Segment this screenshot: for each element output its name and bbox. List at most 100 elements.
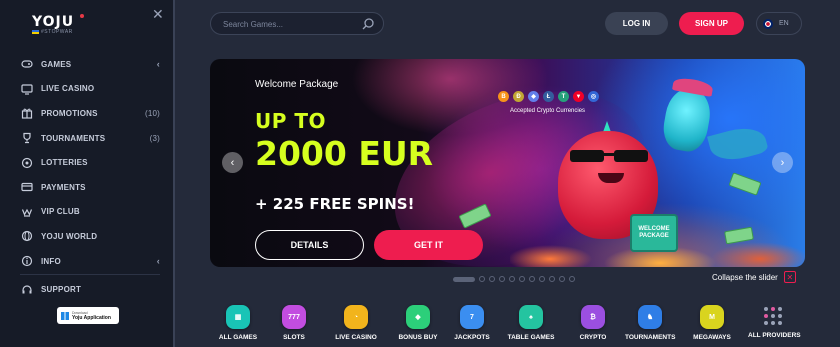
sidebar-item-lotteries[interactable]: LOTTERIES — [20, 150, 160, 175]
slider-dot[interactable] — [529, 276, 535, 282]
sidebar-item-label: PROMOTIONS — [41, 108, 98, 118]
logo-wordmark: YOJU — [32, 14, 75, 30]
chevron-icon: ‹ — [156, 256, 160, 267]
sidebar-item-info[interactable]: INFO ‹ — [20, 249, 160, 274]
details-button[interactable]: DETAILS — [255, 230, 364, 260]
sidebar-item-label: PAYMENTS — [41, 182, 86, 192]
promotions-icon — [20, 106, 34, 120]
app-download-badge[interactable]: Download Yoju Application — [57, 307, 119, 324]
category-label: TOURNAMENTS — [625, 334, 676, 341]
slider-dot[interactable] — [539, 276, 545, 282]
uk-flag-icon — [763, 18, 773, 29]
live-casino-icon — [20, 82, 34, 96]
crypto-coin-icon: ▼ — [573, 91, 584, 102]
sidebar-item-promotions[interactable]: PROMOTIONS (10) — [20, 101, 160, 126]
sidebar-item-support[interactable]: SUPPORT — [20, 277, 160, 302]
sidebar-item-tournaments[interactable]: TOURNAMENTS (3) — [20, 126, 160, 151]
chevron-icon: ‹ — [156, 59, 160, 70]
category-icon: 7 — [460, 305, 484, 329]
teal-monster-fin-art — [707, 122, 769, 166]
search-input[interactable] — [223, 17, 353, 31]
slider-dot[interactable] — [479, 276, 485, 282]
banner-free-spins: + 225 FREE SPINS! — [255, 195, 415, 213]
sidebar-item-label: LOTTERIES — [41, 158, 88, 168]
sidebar: YOJU #STOPWAR ✕ GAMES ‹ LIVE CASINO PROM… — [0, 0, 175, 347]
promotions-count: (10) — [144, 108, 160, 118]
logo-dot — [80, 14, 84, 18]
category-icon: ▦ — [226, 305, 250, 329]
sidebar-item-vip-club[interactable]: VIP CLUB — [20, 200, 160, 225]
logo-tagline-text: #STOPWAR — [41, 29, 73, 35]
language-code: EN — [779, 20, 789, 27]
category-live-casino[interactable]: ◔ LIVE CASINO — [331, 305, 381, 341]
app-badge-line2: Yoju Application — [72, 314, 111, 321]
category-tournaments[interactable]: ♞ TOURNAMENTS — [625, 305, 675, 341]
welcome-package-case: WELCOME PACKAGE — [630, 214, 678, 252]
slider-next-button[interactable]: › — [772, 152, 793, 173]
category-icon: ◔ — [344, 305, 368, 329]
close-sidebar-icon[interactable]: ✕ — [152, 6, 164, 23]
sidebar-item-payments[interactable]: PAYMENTS — [20, 175, 160, 200]
category-all-providers[interactable]: ALL PROVIDERS — [748, 305, 801, 339]
slider-dot[interactable] — [569, 276, 575, 282]
slider-dot[interactable] — [489, 276, 495, 282]
payments-icon — [20, 180, 34, 194]
get-it-button[interactable]: GET IT — [374, 230, 483, 260]
windows-icon — [61, 311, 69, 320]
slider-dot[interactable] — [509, 276, 515, 282]
sidebar-menu: GAMES ‹ LIVE CASINO PROMOTIONS (10) TOUR… — [20, 52, 160, 302]
category-megaways[interactable]: M MEGAWAYS — [687, 305, 737, 341]
crypto-coins: B Ð ◆ Ł T ▼ ◎ — [498, 91, 599, 102]
language-selector[interactable]: EN — [756, 12, 802, 35]
crypto-caption: Accepted Crypto Currencies — [510, 108, 586, 114]
collapse-icon: ✕ — [783, 271, 796, 283]
sidebar-item-games[interactable]: GAMES ‹ — [20, 52, 160, 77]
sidebar-item-live-casino[interactable]: LIVE CASINO — [20, 77, 160, 102]
tournaments-count: (3) — [149, 133, 160, 143]
info-icon — [20, 254, 34, 268]
sidebar-item-yoju-world[interactable]: YOJU WORLD — [20, 224, 160, 249]
support-icon — [20, 283, 34, 297]
search-icon[interactable] — [361, 17, 375, 31]
menu-divider — [20, 274, 160, 276]
promo-banner: Welcome Package UP TO 2000 EUR + 225 FRE… — [210, 59, 805, 267]
lotteries-icon — [20, 156, 34, 170]
sidebar-item-label: SUPPORT — [41, 285, 82, 295]
slider-dot[interactable] — [453, 276, 475, 282]
category-label: CRYPTO — [579, 334, 607, 341]
tournaments-icon — [20, 131, 34, 145]
slider-dot[interactable] — [549, 276, 555, 282]
signup-button[interactable]: SIGN UP — [679, 12, 744, 35]
category-label: JACKPOTS — [454, 334, 490, 341]
category-icon: ♞ — [638, 305, 662, 329]
category-label: TABLE GAMES — [507, 334, 555, 341]
sidebar-item-label: TOURNAMENTS — [41, 133, 106, 143]
category-table-games[interactable]: ♠ TABLE GAMES — [506, 305, 556, 341]
category-label: ALL GAMES — [218, 334, 258, 341]
category-crypto[interactable]: ₿ CRYPTO — [568, 305, 618, 341]
sidebar-item-label: GAMES — [41, 59, 72, 69]
category-label: LIVE CASINO — [335, 334, 377, 341]
category-all-games[interactable]: ▦ ALL GAMES — [213, 305, 263, 341]
category-bar: ▦ ALL GAMES 777 SLOTS ◔ LIVE CASINO ◆ BONUS BUY… — [213, 305, 813, 347]
yoju-logo[interactable]: YOJU #STOPWAR — [32, 14, 84, 35]
red-monster-mouth — [598, 173, 624, 183]
slider-dot[interactable] — [519, 276, 525, 282]
sidebar-item-label: INFO — [41, 256, 61, 266]
games-icon — [20, 57, 34, 71]
collapse-slider-toggle[interactable]: Collapse the slider ✕ — [712, 271, 796, 283]
category-slots[interactable]: 777 SLOTS — [269, 305, 319, 341]
crypto-coin-icon: Ł — [543, 91, 554, 102]
banner-amount: 2000 EUR — [255, 134, 434, 173]
category-jackpots[interactable]: 7 JACKPOTS — [447, 305, 497, 341]
category-bonus-buy[interactable]: ◆ BONUS BUY — [393, 305, 443, 341]
crypto-coin-icon: ◎ — [588, 91, 599, 102]
slider-prev-button[interactable]: ‹ — [222, 152, 243, 173]
sidebar-item-label: YOJU WORLD — [41, 231, 98, 241]
slider-dot[interactable] — [559, 276, 565, 282]
slider-dot[interactable] — [499, 276, 505, 282]
category-icon: ◆ — [406, 305, 430, 329]
world-icon — [20, 229, 34, 243]
login-button[interactable]: LOG IN — [605, 12, 668, 35]
crypto-coin-icon: T — [558, 91, 569, 102]
